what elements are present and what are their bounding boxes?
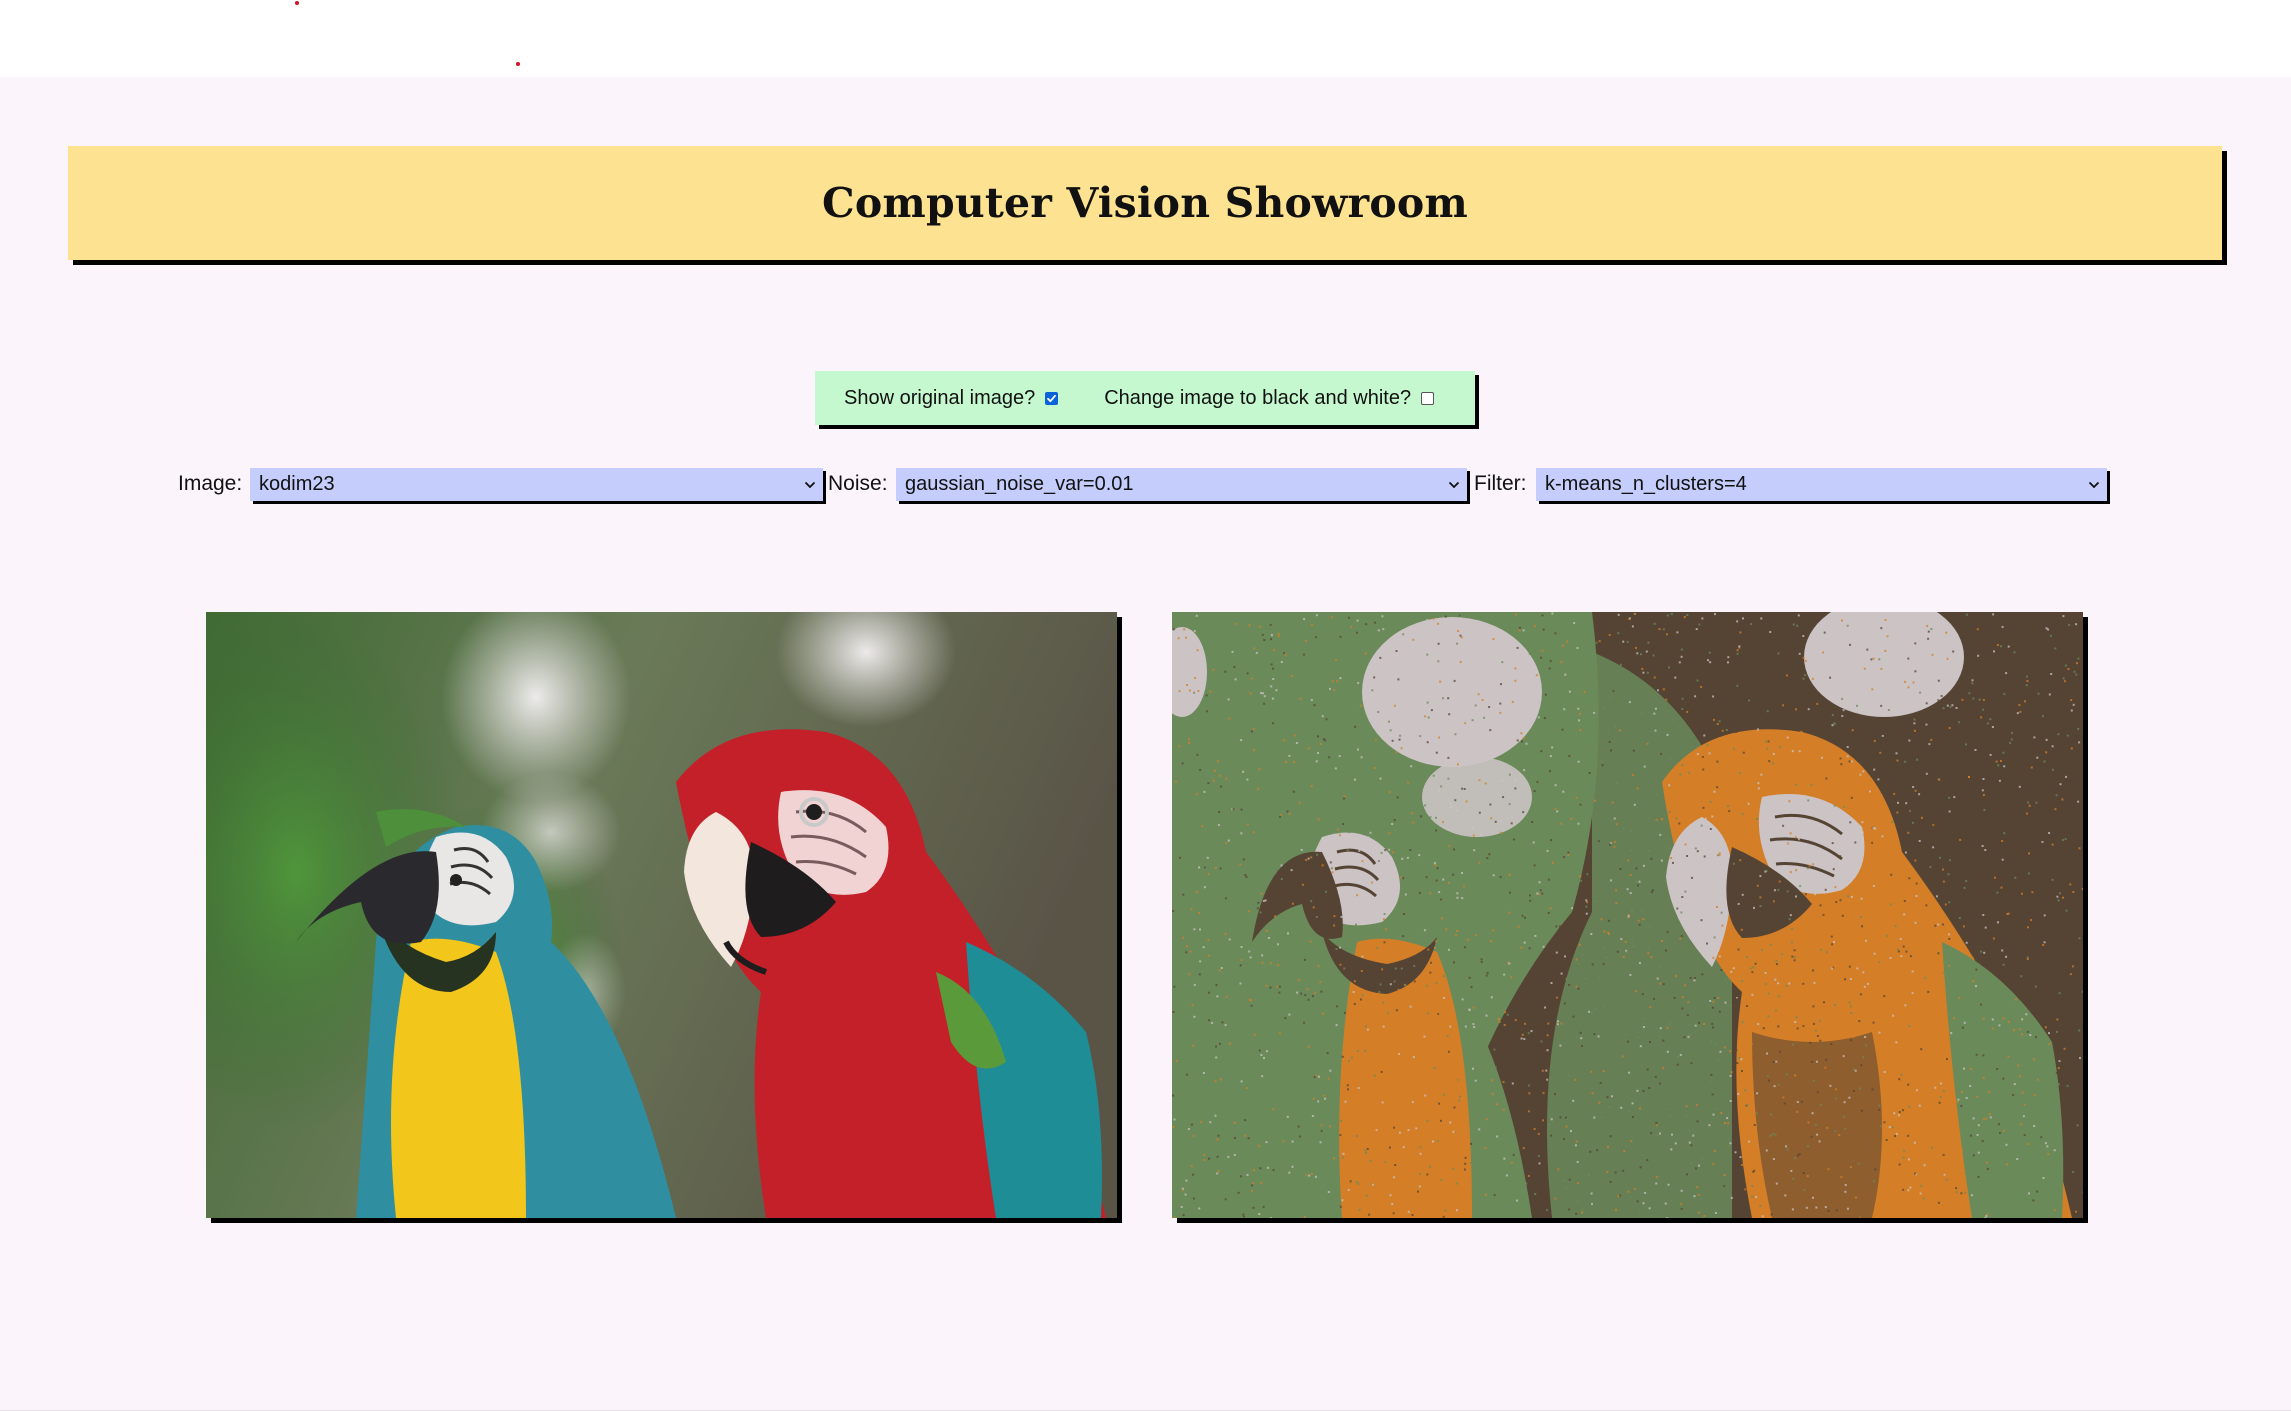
noise-select-label: Noise: — [828, 472, 888, 495]
noise-select-value: gaussian_noise_var=0.01 — [905, 473, 1134, 495]
top-strip — [0, 0, 2291, 77]
processed-image — [1172, 612, 2083, 1218]
black-white-option[interactable]: Change image to black and white? — [1104, 386, 1435, 410]
image-select-value: kodim23 — [259, 473, 335, 495]
chevron-down-icon — [2087, 478, 2101, 492]
noise-select[interactable]: gaussian_noise_var=0.01 — [896, 468, 1467, 501]
page: Computer Vision Showroom Show original i… — [0, 0, 2291, 1411]
filter-select[interactable]: k-means_n_clusters=4 — [1536, 468, 2107, 501]
image-select[interactable]: kodim23 — [250, 468, 823, 501]
black-white-label: Change image to black and white? — [1104, 386, 1412, 409]
original-image — [206, 612, 1117, 1218]
decoration-dot — [516, 62, 520, 66]
chevron-down-icon — [1447, 478, 1461, 492]
show-original-checkbox[interactable] — [1045, 391, 1059, 405]
app-container: Computer Vision Showroom Show original i… — [0, 77, 2291, 1411]
checkmark-icon — [1047, 394, 1057, 402]
filter-select-label: Filter: — [1474, 472, 1527, 495]
filter-select-value: k-means_n_clusters=4 — [1545, 473, 1747, 495]
decoration-dot — [295, 1, 299, 5]
show-original-label: Show original image? — [844, 386, 1036, 409]
options-panel: Show original image? Change image to bla… — [815, 371, 1475, 425]
page-title: Computer Vision Showroom — [821, 179, 1469, 227]
show-original-option[interactable]: Show original image? — [844, 386, 1059, 410]
image-select-label: Image: — [178, 472, 243, 495]
header-banner: Computer Vision Showroom — [68, 146, 2222, 260]
chevron-down-icon — [803, 478, 817, 492]
black-white-checkbox[interactable] — [1421, 391, 1435, 405]
